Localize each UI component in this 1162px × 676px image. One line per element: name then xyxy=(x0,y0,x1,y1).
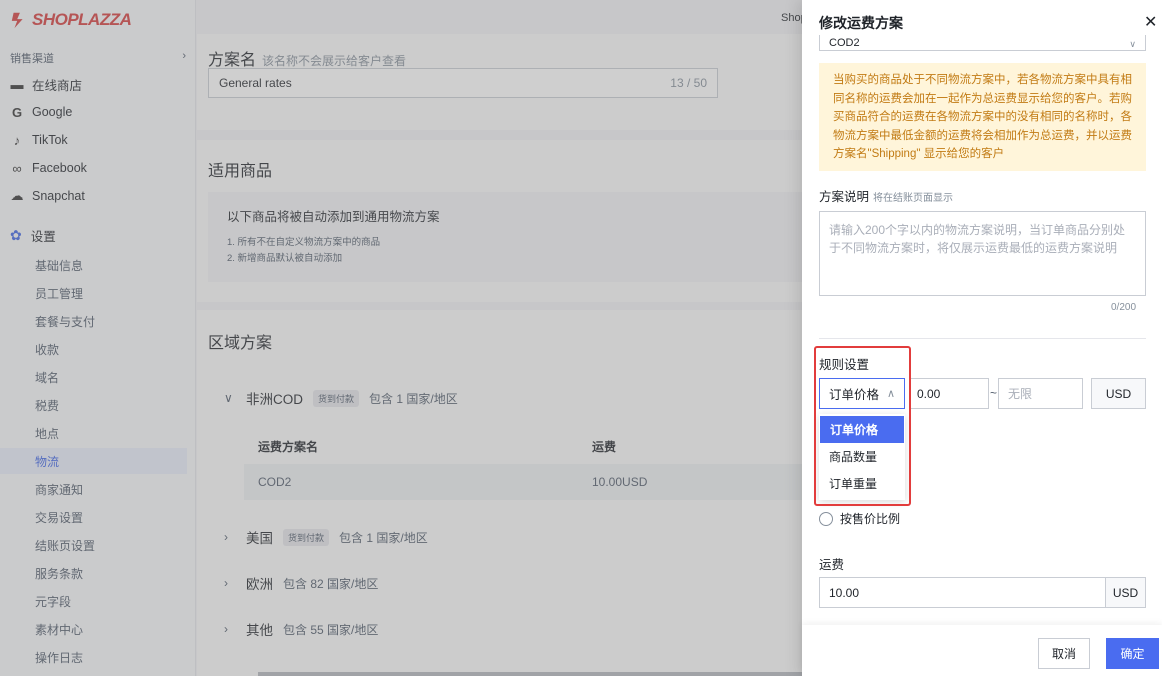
shipping-notice: 当购买的商品处于不同物流方案中，若各物流方案中具有相同名称的运费会加在一起作为总… xyxy=(819,63,1146,171)
radio-label: 按售价比例 xyxy=(840,512,901,526)
plan-description-label: 方案说明 将在结账页面显示 xyxy=(819,186,953,205)
highlight-box xyxy=(814,346,911,506)
desc-hint: 将在结账页面显示 xyxy=(873,193,954,204)
drawer-title: 修改运费方案 xyxy=(819,15,903,31)
drawer-footer: 取消 确定 xyxy=(802,625,1162,676)
radio-button[interactable] xyxy=(819,511,833,526)
chevron-down-icon: ∨ xyxy=(1129,39,1136,49)
divider xyxy=(819,338,1146,339)
confirm-button[interactable]: 确定 xyxy=(1106,638,1159,669)
range-separator: ~ xyxy=(990,386,998,400)
proportional-radio[interactable]: 按售价比例 xyxy=(819,510,900,527)
cancel-button[interactable]: 取消 xyxy=(1038,638,1090,669)
shipping-fee-label: 运费 xyxy=(819,558,845,572)
min-value-input[interactable]: 0.00 xyxy=(910,378,989,409)
plan-select-value: COD2 xyxy=(829,37,860,49)
fee-currency-addon: USD xyxy=(1105,577,1146,608)
desc-label-text: 方案说明 xyxy=(819,190,870,204)
plan-select[interactable]: COD2 ∨ xyxy=(819,35,1146,51)
shipping-fee-input[interactable]: 10.00 xyxy=(819,577,1106,608)
plan-description-textarea[interactable]: 请输入200个字以内的物流方案说明，当订单商品分别处于不同物流方案时，将仅展示运… xyxy=(819,211,1146,296)
edit-shipping-plan-drawer: 修改运费方案 ✕ COD2 ∨ 当购买的商品处于不同物流方案中，若各物流方案中具… xyxy=(802,0,1162,676)
currency-addon: USD xyxy=(1091,378,1146,409)
modal-overlay[interactable] xyxy=(0,0,802,676)
close-icon[interactable]: ✕ xyxy=(1144,12,1157,32)
description-char-count: 0/200 xyxy=(1111,302,1137,313)
max-value-input[interactable]: 无限 xyxy=(998,378,1083,409)
